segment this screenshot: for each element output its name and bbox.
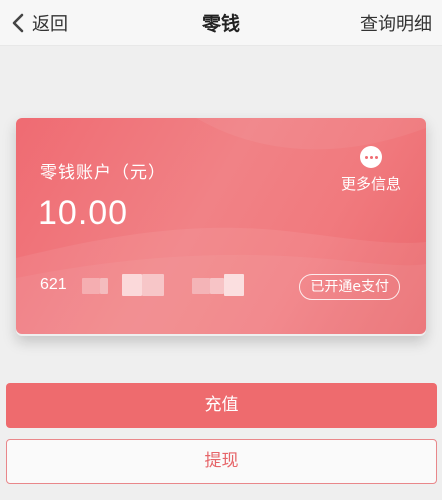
account-label: 零钱账户（元）	[40, 163, 166, 183]
more-info-label: 更多信息	[340, 175, 401, 193]
back-button[interactable]: 返回	[0, 0, 68, 46]
balance-amount: 10.00	[38, 194, 129, 232]
chevron-left-icon	[8, 12, 30, 34]
card-number: 621	[40, 276, 67, 294]
balance-card: 零钱账户（元） 10.00 更多信息 621 已开通e支付	[16, 118, 426, 334]
recharge-button[interactable]: 充值	[6, 383, 437, 428]
withdraw-button[interactable]: 提现	[6, 439, 437, 484]
more-dots-icon	[360, 146, 382, 168]
more-info-button[interactable]: 更多信息	[336, 146, 406, 194]
epay-status-badge[interactable]: 已开通e支付	[299, 274, 400, 300]
query-details-link[interactable]: 查询明细	[360, 10, 442, 36]
card-number-prefix: 621	[40, 276, 67, 293]
back-label: 返回	[32, 13, 68, 35]
top-nav-bar: 返回 零钱 查询明细	[0, 0, 442, 46]
